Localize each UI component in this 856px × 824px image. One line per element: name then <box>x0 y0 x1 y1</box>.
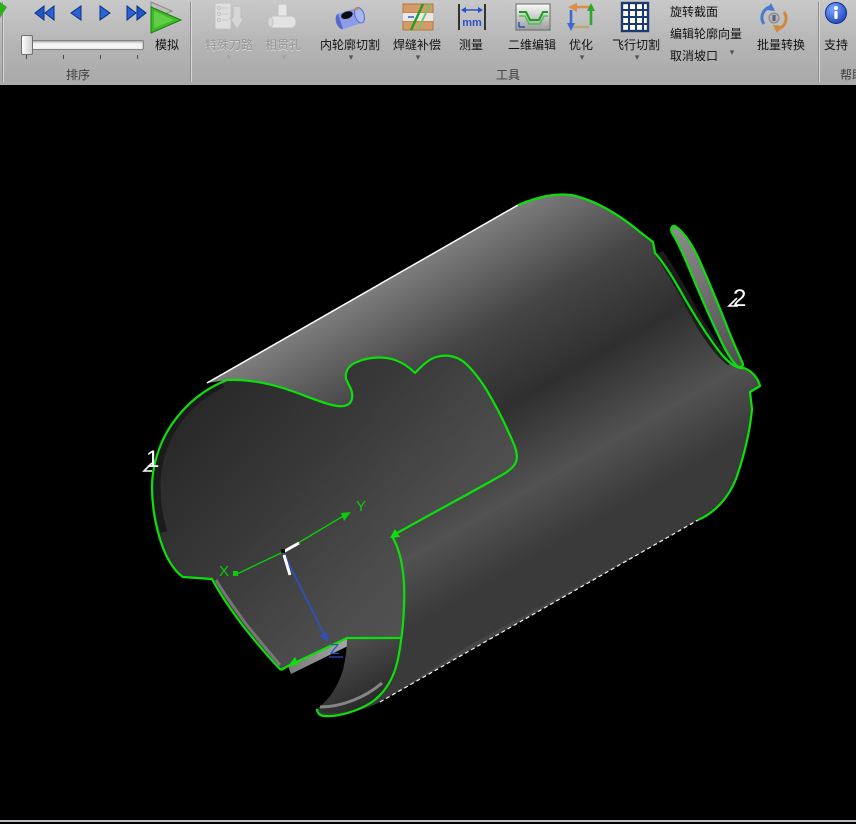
intersect-hole-button: 相贯孔 <box>258 36 308 51</box>
slider-tick <box>137 55 138 59</box>
simulation-slider-track[interactable] <box>22 40 144 50</box>
viewport-3d[interactable]: X Y Z 1 2 <box>0 85 856 824</box>
group-label-tools: 工具 <box>486 66 530 83</box>
weld-compensation-button[interactable]: 焊缝补偿 <box>390 36 444 51</box>
inner-contour-cut-icon[interactable] <box>333 2 369 32</box>
chevron-down-icon: ▾ <box>411 52 425 62</box>
simulate-button[interactable]: 模拟 <box>148 36 186 51</box>
playback-controls <box>30 5 151 26</box>
fly-cut-icon[interactable] <box>620 1 650 33</box>
special-toolpath-button: 特殊刀路 <box>200 36 258 51</box>
support-info-icon[interactable] <box>824 1 848 25</box>
axis-y-label: Y <box>356 498 366 515</box>
cancel-bevel-button[interactable]: 取消坡口 <box>670 47 718 63</box>
edit-contour-vector-button[interactable]: 编辑轮廓向量 <box>670 25 742 41</box>
batch-convert-button[interactable]: 批量转换 <box>750 36 812 51</box>
cam-application: 模拟 排序 特殊刀路 ▾ 相贯孔 ▾ <box>0 0 856 824</box>
divider <box>818 2 819 82</box>
inner-contour-cut-button[interactable]: 内轮廓切割 <box>317 36 383 51</box>
rotate-section-button[interactable]: 旋转截面 <box>670 3 718 19</box>
contour-1-number: 1 <box>146 446 159 473</box>
contour-2-number: 2 <box>733 285 746 312</box>
chevron-down-icon: ▾ <box>575 52 589 62</box>
axis-x-label: X <box>219 563 229 580</box>
next-step-button[interactable] <box>96 5 114 21</box>
weld-compensation-icon[interactable] <box>402 3 434 31</box>
measure-button[interactable]: 测量 <box>456 36 486 51</box>
edit-2d-icon[interactable] <box>515 3 551 31</box>
first-step-button[interactable] <box>33 5 57 21</box>
group-label-sort: 排序 <box>56 66 100 83</box>
measure-icon[interactable]: mm <box>455 2 489 32</box>
divider <box>190 2 191 82</box>
support-button[interactable]: 支持 <box>822 36 850 51</box>
batch-convert-icon[interactable] <box>757 2 791 34</box>
chevron-down-icon: ▾ <box>344 52 358 62</box>
simulation-slider-handle[interactable] <box>21 35 33 55</box>
simulate-icon[interactable] <box>148 1 184 35</box>
fly-cut-button[interactable]: 飞行切割 <box>609 36 663 51</box>
ribbon-toolbar: 模拟 排序 特殊刀路 ▾ 相贯孔 ▾ <box>0 0 856 86</box>
window-bottom-edge <box>0 820 856 822</box>
optimize-icon[interactable] <box>567 3 595 31</box>
optimize-button[interactable]: 优化 <box>566 36 596 51</box>
slider-tick <box>63 55 64 59</box>
chevron-down-icon: ▾ <box>277 52 291 62</box>
slider-tick <box>100 55 101 59</box>
intersect-hole-icon <box>266 2 298 32</box>
tube-3d-scene[interactable]: X Y Z 1 2 <box>0 85 856 824</box>
axis-z-label: Z <box>330 641 339 658</box>
clipped-icon <box>0 2 8 20</box>
chevron-down-icon: ▾ <box>222 52 236 62</box>
special-toolpath-icon <box>214 2 244 32</box>
edit-2d-button[interactable]: 二维编辑 <box>505 36 559 51</box>
chevron-down-icon: ▾ <box>725 47 739 57</box>
slider-tick <box>26 55 27 59</box>
prev-step-button[interactable] <box>67 5 85 21</box>
last-step-button[interactable] <box>124 5 148 21</box>
group-label-help: 帮助 <box>830 66 856 83</box>
measure-unit-text: mm <box>462 17 482 29</box>
chevron-down-icon: ▾ <box>630 52 644 62</box>
